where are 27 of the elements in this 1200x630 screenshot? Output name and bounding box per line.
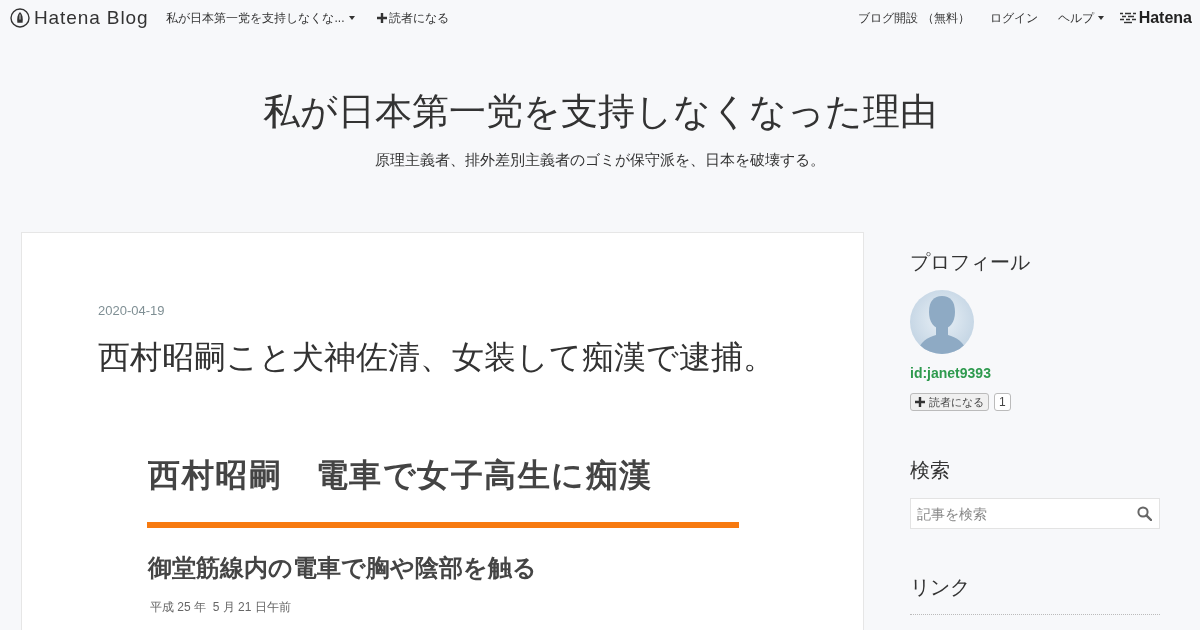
plus-icon: [915, 397, 925, 407]
blog-description: 原理主義者、排外差別主義者のゴミが保守派を、日本を破壊する。: [375, 150, 825, 170]
profile-heading: プロフィール: [910, 250, 1030, 275]
plus-icon: [376, 13, 387, 23]
hatena-logo-link[interactable]: Hatena: [1119, 6, 1192, 30]
subscriber-count: 1: [994, 393, 1011, 411]
image-subheadline: 御堂筋線内の電車で胸や陰部を触る: [147, 553, 538, 583]
pen-nib-icon: [10, 8, 30, 28]
caret-icon: [348, 16, 355, 20]
blog-menu-button[interactable]: 私が日本第一党を支持しなくな...: [166, 9, 355, 27]
search-icon[interactable]: [1137, 506, 1152, 521]
image-dateline: 平成 25 年 5 月 21 日午前: [149, 599, 292, 615]
links-heading: リンク: [910, 575, 970, 600]
nav-link[interactable]: ブログ開設 （無料）: [858, 9, 970, 27]
search-heading: 検索: [910, 458, 950, 483]
subscribe-button[interactable]: 読者になる: [910, 393, 989, 411]
nav-menu-button[interactable]: ヘルプ: [1057, 9, 1104, 27]
article-title[interactable]: 西村昭嗣こと犬神佐清、女装して痴漢で逮捕。: [98, 333, 823, 381]
subscribe-link[interactable]: 読者になる: [376, 9, 449, 27]
search-input[interactable]: 記事を検索: [910, 498, 1160, 529]
caret-icon: [1097, 16, 1104, 20]
striped-logo-icon: [1119, 12, 1136, 24]
blog-title[interactable]: 私が日本第一党を支持しなくなった理由: [263, 90, 937, 134]
nav-link[interactable]: ログイン: [989, 9, 1038, 27]
image-headline: 西村昭嗣 電車で女子高生に痴漢: [147, 456, 654, 495]
blog-logo-link[interactable]: Hatena Blog: [10, 3, 149, 33]
article-date: 2020-04-19: [98, 302, 166, 320]
